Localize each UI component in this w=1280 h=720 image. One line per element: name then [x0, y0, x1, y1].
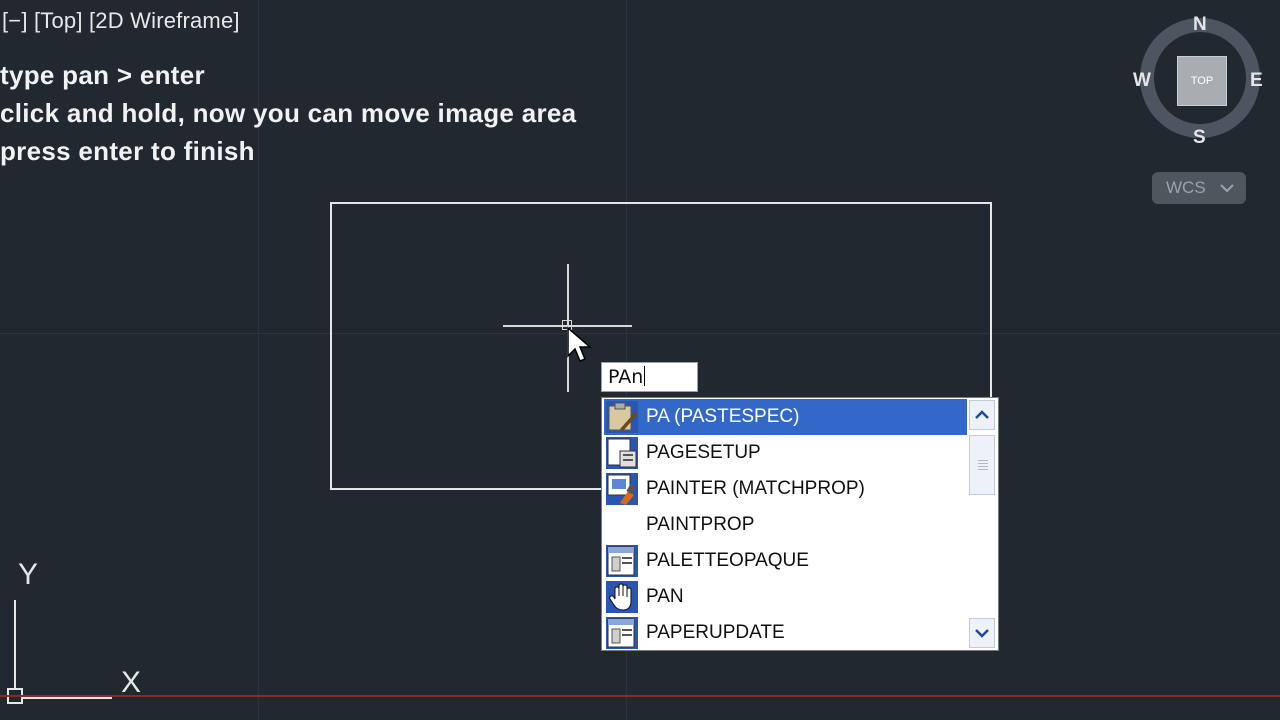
autocomplete-item-label: PALETTEOPAQUE [646, 550, 809, 571]
paint-brush-icon [606, 473, 638, 505]
dynamic-command-input[interactable]: PAn [601, 362, 698, 392]
autocomplete-item-pagesetup[interactable]: PAGESETUP [604, 435, 968, 471]
chevron-down-icon [975, 629, 989, 638]
compass-east[interactable]: E [1250, 70, 1263, 92]
palette-icon [606, 545, 638, 577]
autocomplete-item-paperupdate[interactable]: PAPERUPDATE [604, 615, 968, 651]
text-caret [644, 366, 646, 386]
ucs-y-label: Y [18, 558, 39, 591]
paste-special-icon [606, 401, 638, 433]
autocomplete-item-pan[interactable]: PAN [604, 579, 968, 615]
viewcube-top-face[interactable]: TOP [1177, 56, 1227, 106]
instruction-line-1: type pan > enter [0, 60, 205, 90]
autocomplete-item-label: PAPERUPDATE [646, 622, 785, 643]
mouse-pointer-icon [567, 326, 593, 362]
compass-south[interactable]: S [1193, 127, 1206, 149]
autocomplete-item-label: PAINTER (MATCHPROP) [646, 478, 865, 499]
scroll-thumb[interactable] [969, 435, 995, 495]
autocomplete-item-paletteopaque[interactable]: PALETTEOPAQUE [604, 543, 968, 579]
scroll-down-button[interactable] [969, 618, 995, 648]
autocomplete-item-label: PAINTPROP [646, 514, 755, 535]
autocomplete-item-label: PAN [646, 586, 684, 607]
compass-north[interactable]: N [1193, 14, 1207, 36]
paper-update-icon [606, 617, 638, 649]
autocomplete-item-label: PAGESETUP [646, 442, 761, 463]
list-scrollbar[interactable] [967, 399, 997, 649]
instruction-line-3: press enter to finish [0, 136, 255, 166]
wcs-menu-button[interactable]: WCS [1152, 172, 1246, 204]
page-setup-icon [606, 437, 638, 469]
autocomplete-item-painter[interactable]: PAINTER (MATCHPROP) [604, 471, 968, 507]
autocomplete-item-paintprop[interactable]: PAINTPROP [604, 507, 968, 543]
dropdown-arrow-icon [1219, 184, 1234, 192]
x-axis-line [0, 695, 1280, 697]
instruction-overlay: type pan > enter click and hold, now you… [0, 56, 576, 170]
scroll-up-button[interactable] [969, 400, 995, 430]
viewport-controls-label[interactable]: [−] [Top] [2D Wireframe] [2, 8, 240, 34]
command-input-text: PAn [608, 366, 644, 388]
hand-pan-icon [606, 581, 638, 613]
chevron-up-icon [975, 410, 989, 419]
autocomplete-item-label: PA (PASTESPEC) [646, 406, 800, 427]
compass-west[interactable]: W [1133, 70, 1151, 92]
wcs-label: WCS [1166, 178, 1206, 197]
command-autocomplete-list[interactable]: PA (PASTESPEC) PAGESETUP PAINTER (MATCHP… [601, 397, 999, 651]
autocomplete-item-pastespec[interactable]: PA (PASTESPEC) [604, 399, 968, 435]
instruction-line-2: click and hold, now you can move image a… [0, 98, 577, 128]
